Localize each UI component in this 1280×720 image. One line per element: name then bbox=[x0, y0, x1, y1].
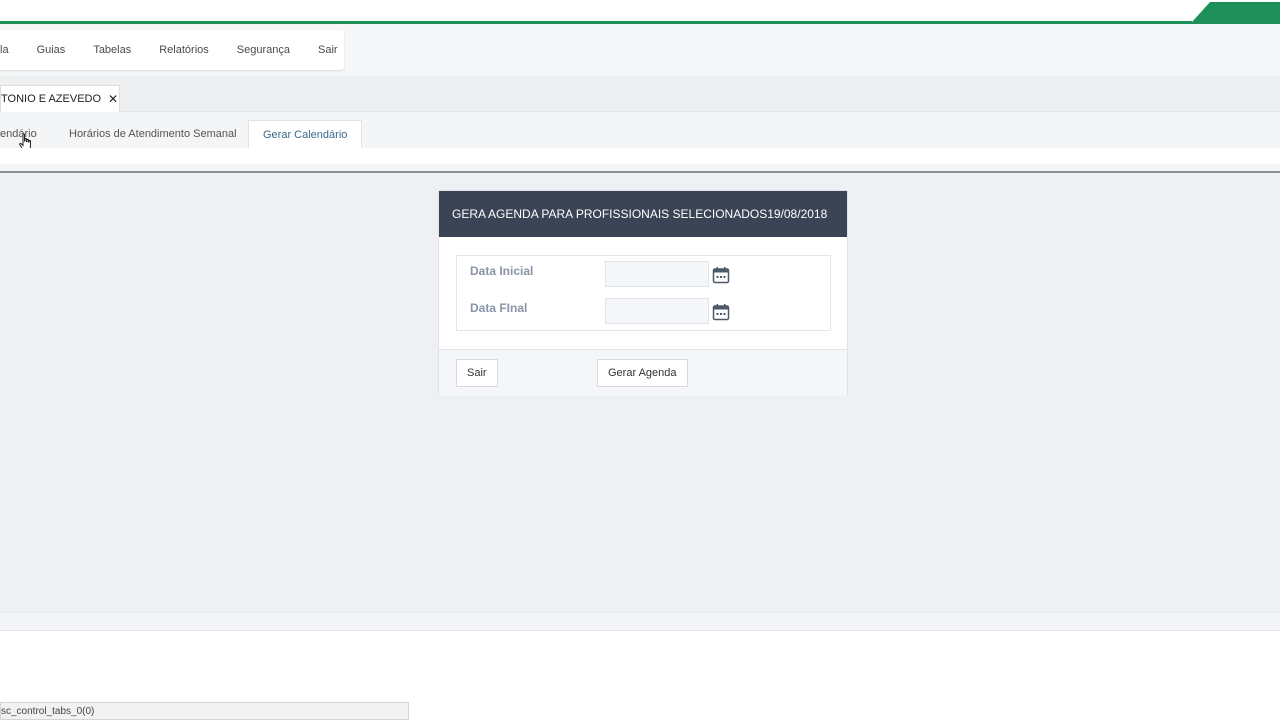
tab-horarios-atendimento[interactable]: Horários de Atendimento Semanal bbox=[69, 120, 237, 148]
tab-gerar-calendario[interactable]: Gerar Calendário bbox=[248, 120, 363, 148]
spacer-strip bbox=[0, 148, 1280, 164]
data-inicial-row: Data Inicial bbox=[457, 261, 830, 289]
data-final-input[interactable] bbox=[605, 298, 709, 324]
menu-item-agenda[interactable]: la bbox=[0, 44, 23, 56]
sub-tabs: endário Horários de Atendimento Semanal … bbox=[0, 112, 1280, 148]
date-fieldset: Data Inicial Data FInal bbox=[456, 255, 831, 331]
menu-item-sair[interactable]: Sair bbox=[304, 44, 352, 56]
menubar-area: la Guias Tabelas Relatórios Segurança Sa… bbox=[0, 24, 1280, 76]
form-title: GERA AGENDA PARA PROFISSIONAIS SELECIONA… bbox=[439, 191, 847, 237]
document-tab[interactable]: TONIO E AZEVEDO ✕ bbox=[0, 85, 120, 112]
data-final-row: Data FInal bbox=[457, 298, 830, 326]
bottom-band bbox=[0, 613, 1280, 631]
data-inicial-label: Data Inicial bbox=[470, 264, 534, 278]
data-final-label: Data FInal bbox=[470, 301, 528, 315]
document-tab-label: TONIO E AZEVEDO bbox=[1, 93, 102, 105]
browser-status-bar: sc_control_tabs_0(0) bbox=[0, 702, 409, 720]
content-divider bbox=[0, 171, 1280, 173]
top-bar bbox=[0, 0, 1280, 24]
document-tabs: TONIO E AZEVEDO ✕ bbox=[0, 76, 1280, 112]
data-inicial-input[interactable] bbox=[605, 261, 709, 287]
menu-item-seguranca[interactable]: Segurança bbox=[223, 44, 304, 56]
close-icon[interactable]: ✕ bbox=[108, 92, 118, 106]
calendar-icon[interactable] bbox=[712, 266, 730, 284]
menu-item-relatorios[interactable]: Relatórios bbox=[145, 44, 223, 56]
brand-logo bbox=[1192, 2, 1280, 22]
sair-button[interactable]: Sair bbox=[456, 359, 498, 387]
calendar-icon[interactable] bbox=[712, 303, 730, 321]
gerar-agenda-form: GERA AGENDA PARA PROFISSIONAIS SELECIONA… bbox=[438, 190, 848, 396]
form-footer: Sair Gerar Agenda bbox=[439, 349, 847, 396]
menu-item-tabelas[interactable]: Tabelas bbox=[79, 44, 145, 56]
main-menu: la Guias Tabelas Relatórios Segurança Sa… bbox=[0, 30, 344, 70]
menu-item-guias[interactable]: Guias bbox=[23, 44, 80, 56]
gerar-agenda-button[interactable]: Gerar Agenda bbox=[597, 359, 688, 387]
